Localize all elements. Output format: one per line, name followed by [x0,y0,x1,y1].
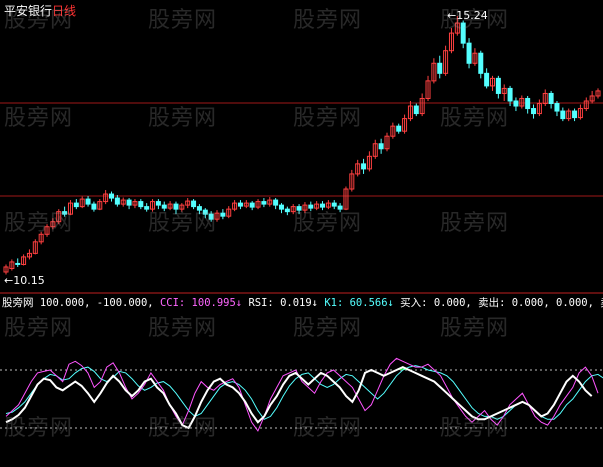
candle-body [495,77,501,94]
candle-body [548,92,554,105]
candle-body [361,163,367,170]
chart-window[interactable]: 平安银行日线 ←15.24 ←10.15 股旁网 100.000, -100.0… [0,0,603,463]
candle-body [572,110,578,119]
indicator-value: CCI: 100.995↓ [153,297,243,309]
candle-body [191,200,197,208]
candle-body [91,203,97,210]
candle-body [208,213,214,220]
candle-body [337,205,343,210]
indicator-value: RSI: 0.019↓ [242,297,318,309]
candle-body [296,206,302,211]
candlestick-series [3,16,601,275]
candle-body [478,52,484,74]
chart-title: 平安银行日线 [4,2,76,19]
candle-body [308,204,314,209]
indicator-panel [5,357,603,432]
candle-body [73,202,79,208]
candle-body [484,72,490,87]
candle-body [114,197,120,205]
period-label[interactable]: 日线 [52,4,76,18]
candle-body [525,97,531,110]
candle-body [278,204,284,210]
candle-body [331,202,337,207]
candle-body [155,201,161,206]
arrow-left-icon: ← [4,274,14,287]
candle-body [109,193,115,199]
candle-body [62,211,68,215]
candle-body [126,199,132,206]
candle-body [560,110,566,120]
candle-body [413,105,419,115]
indicator-value: -100.000, [90,297,154,309]
low-price-label: ←10.15 [4,274,45,287]
candle-body [85,198,91,205]
candle-body [284,208,290,213]
candle-body [507,87,513,102]
indicator-value: 卖 [594,297,603,309]
candle-body [396,125,402,132]
candle-body [15,262,21,265]
candle-body [531,108,537,115]
candle-body [249,202,255,208]
rsi-line [5,365,593,430]
k1-line [5,365,603,420]
indicator-value: 100.000, [39,297,91,309]
candle-body [320,203,326,208]
candle-body [273,199,279,206]
candle-body [144,206,150,210]
candle-body [437,62,443,74]
stock-chart[interactable] [0,0,603,463]
stock-name: 平安银行 [4,4,53,18]
indicator-value: 0.000, [549,297,594,309]
candle-body [237,202,243,207]
candle-body [196,206,202,211]
indicator-source: 股旁网 [2,297,34,309]
indicator-value: 买入: 0.000, [393,297,472,309]
candle-body [460,22,466,44]
candle-body [513,100,519,107]
candle-body [261,201,267,205]
indicator-value: 卖出: 0.000, [471,297,550,309]
candle-body [378,143,384,150]
indicator-value: K1: 60.566↓ [318,297,394,309]
candle-body [202,209,208,215]
arrow-left-icon: ← [447,9,457,22]
cci-line [5,357,599,432]
candle-body [220,212,226,217]
candle-body [138,201,144,208]
candle-body [554,103,560,112]
candle-body [161,204,167,209]
candle-body [173,203,179,210]
high-price-label: ←15.24 [447,9,488,22]
candle-body [466,42,472,64]
indicator-readout: 股旁网 100.000, -100.000, CCI: 100.995↓ RSI… [2,295,603,311]
